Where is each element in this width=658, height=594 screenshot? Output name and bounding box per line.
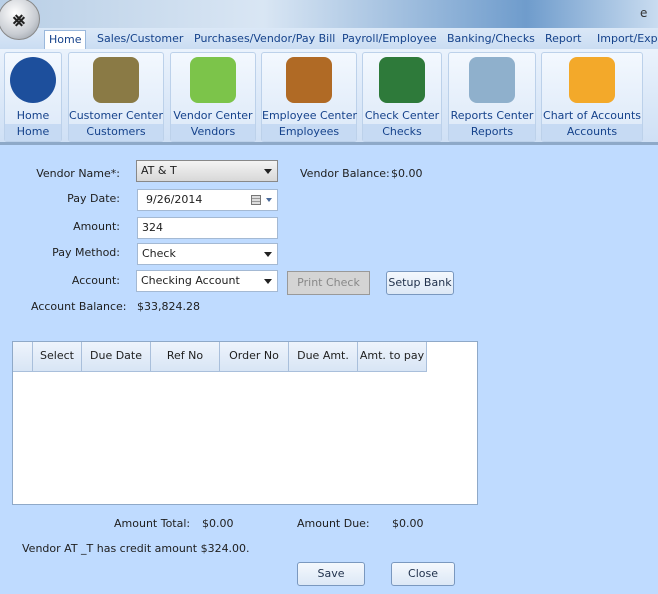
column-header-select[interactable]: Select: [33, 342, 82, 372]
column-header-amt-to-pay[interactable]: Amt. to pay: [358, 342, 427, 372]
save-button[interactable]: Save: [297, 562, 365, 586]
title-bar: [0, 0, 658, 28]
row-header-corner: [13, 342, 33, 372]
ribbon-item-label: Home: [16, 109, 50, 122]
column-header-ref-no[interactable]: Ref No: [151, 342, 220, 372]
amount-input[interactable]: 324: [137, 217, 278, 239]
employee-group-icon: [286, 57, 332, 103]
column-header-order-no[interactable]: Order No: [220, 342, 289, 372]
ribbon-chart-of-accounts-button[interactable]: Chart of Accounts Accounts: [541, 52, 643, 142]
ribbon-item-label: Customer Center: [69, 109, 163, 122]
tab-purchases-vendor-pay-bill[interactable]: Purchases/Vendor/Pay Bill: [190, 30, 339, 50]
account-dropdown[interactable]: Checking Account: [136, 270, 278, 292]
pay-date-picker[interactable]: 9/26/2014: [137, 189, 278, 211]
tab-import-expo[interactable]: Import/Expo: [593, 30, 658, 50]
setup-bank-button[interactable]: Setup Bank: [386, 271, 454, 295]
window-title: e: [640, 6, 648, 20]
ribbon-group-label: Accounts: [542, 124, 642, 141]
chevron-down-icon: [264, 169, 272, 174]
ribbon-vendor-center-button[interactable]: Vendor Center Vendors: [170, 52, 256, 142]
ribbon-tabs: Home Sales/Customer Purchases/Vendor/Pay B…: [0, 28, 658, 50]
customer-folder-icon: [93, 57, 139, 103]
vendor-balance-value: $0.00: [391, 167, 423, 180]
amount-total-value: $0.00: [202, 517, 234, 530]
accounts-folder-icon: [569, 57, 615, 103]
ribbon: Home Home Customer Center Customers Vendor C…: [0, 49, 658, 145]
tab-report[interactable]: Report: [541, 30, 585, 50]
chevron-down-icon: [264, 279, 272, 284]
ribbon-home-button[interactable]: Home Home: [4, 52, 62, 142]
tab-sales-customer[interactable]: Sales/Customer: [93, 30, 187, 50]
calendar-icon[interactable]: [251, 195, 261, 205]
ribbon-check-center-button[interactable]: Check Center Checks: [362, 52, 442, 142]
close-button[interactable]: Close: [391, 562, 455, 586]
pay-date-value: 9/26/2014: [146, 193, 203, 206]
tab-payroll-employee[interactable]: Payroll/Employee: [338, 30, 441, 50]
account-balance-value: $33,824.28: [137, 300, 200, 313]
amount-value: 324: [142, 221, 163, 234]
checkbook-icon: [379, 57, 425, 103]
home-icon: [10, 57, 56, 103]
amount-due-label: Amount Due:: [297, 517, 370, 530]
vendor-name-dropdown[interactable]: AT & T: [136, 160, 278, 182]
ribbon-group-label: Employees: [262, 124, 356, 141]
vendor-balance-label: Vendor Balance:: [300, 167, 390, 180]
ribbon-reports-center-button[interactable]: Reports Center Reports: [448, 52, 536, 142]
account-label: Account:: [71, 274, 120, 287]
ribbon-item-label: Employee Center: [262, 109, 357, 122]
column-header-due-date[interactable]: Due Date: [82, 342, 151, 372]
ribbon-customer-center-button[interactable]: Customer Center Customers: [68, 52, 164, 142]
tab-home[interactable]: Home: [44, 30, 87, 50]
ribbon-employee-center-button[interactable]: Employee Center Employees: [261, 52, 357, 142]
amount-label: Amount:: [73, 220, 120, 233]
ribbon-item-label: Reports Center: [450, 109, 534, 122]
amount-total-label: Amount Total:: [114, 517, 191, 530]
ribbon-group-label: Home: [5, 124, 61, 141]
chevron-down-icon: [266, 198, 272, 202]
amount-due-value: $0.00: [392, 517, 424, 530]
ribbon-item-label: Check Center: [364, 109, 440, 122]
reports-binder-icon: [469, 57, 515, 103]
account-balance-label: Account Balance:: [31, 300, 127, 313]
pay-method-label: Pay Method:: [52, 246, 120, 259]
account-value: Checking Account: [141, 274, 240, 287]
vendor-name-value: AT & T: [141, 164, 177, 177]
column-header-due-amt[interactable]: Due Amt.: [289, 342, 358, 372]
ribbon-group-label: Checks: [363, 124, 441, 141]
ribbon-group-label: Vendors: [171, 124, 255, 141]
vendor-book-icon: [190, 57, 236, 103]
ribbon-item-label: Vendor Center: [173, 109, 253, 122]
ribbon-group-label: Reports: [449, 124, 535, 141]
pay-method-value: Check: [142, 247, 176, 260]
ribbon-group-label: Customers: [69, 124, 163, 141]
ribbon-item-label: Chart of Accounts: [543, 109, 641, 122]
chevron-down-icon: [264, 252, 272, 257]
bills-grid[interactable]: Select Due Date Ref No Order No Due Amt. Amt.…: [12, 341, 478, 505]
tab-banking-checks[interactable]: Banking/Checks: [443, 30, 539, 50]
credit-message: Vendor AT _T has credit amount $324.00.: [22, 542, 250, 555]
vendor-name-label: Vendor Name*:: [36, 167, 120, 180]
pay-date-label: Pay Date:: [67, 192, 120, 205]
pay-method-dropdown[interactable]: Check: [137, 243, 278, 265]
print-check-button[interactable]: Print Check: [287, 271, 370, 295]
